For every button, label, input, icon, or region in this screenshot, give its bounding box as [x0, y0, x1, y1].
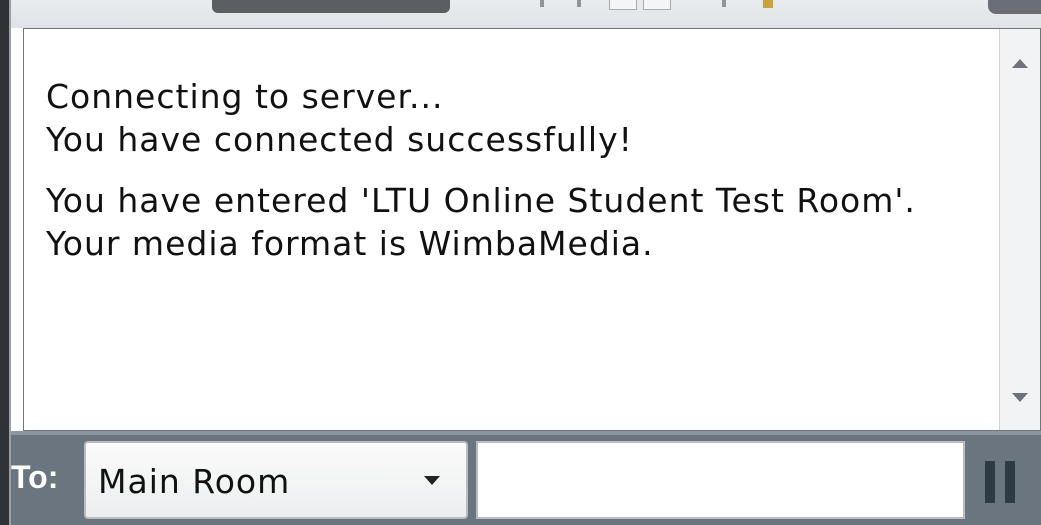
caret-down-icon[interactable]: [424, 476, 440, 485]
recipient-dropdown[interactable]: Main Room: [84, 441, 468, 519]
chat-message: You have entered 'LTU Online Student Tes…: [46, 181, 916, 220]
window-left-border: [0, 0, 11, 525]
chat-message-panel: Connecting to server... You have connect…: [23, 28, 1041, 431]
chat-scrollbar[interactable]: [999, 29, 1040, 430]
toolbar-button[interactable]: [609, 0, 637, 10]
chat-message: Connecting to server...: [46, 77, 444, 116]
to-label: To:: [11, 459, 59, 495]
chat-window: Connecting to server... You have connect…: [0, 0, 1041, 525]
toolbar-indicator: [763, 0, 773, 8]
recipient-selected-value: Main Room: [98, 462, 291, 501]
chat-message-list: Connecting to server... You have connect…: [46, 75, 966, 265]
chat-message: Your media format is WimbaMedia.: [46, 224, 654, 263]
top-toolbar-strip: [0, 0, 1041, 28]
chat-input-bar: To: Main Room: [11, 431, 1041, 525]
chevron-up-icon[interactable]: [1012, 59, 1028, 68]
toolbar-end-cap: [988, 0, 1041, 14]
chevron-down-icon[interactable]: [1012, 393, 1028, 402]
chat-message-input[interactable]: [476, 441, 965, 519]
chat-message: You have connected successfully!: [46, 120, 633, 159]
toolbar-slider[interactable]: [212, 0, 450, 13]
pause-button[interactable]: [985, 461, 1015, 503]
pause-icon: [985, 461, 995, 503]
toolbar-separator: [722, 0, 726, 7]
toolbar-separator: [577, 0, 581, 7]
toolbar-separator: [540, 0, 544, 7]
pause-icon: [1005, 461, 1015, 503]
toolbar-button[interactable]: [643, 0, 671, 10]
